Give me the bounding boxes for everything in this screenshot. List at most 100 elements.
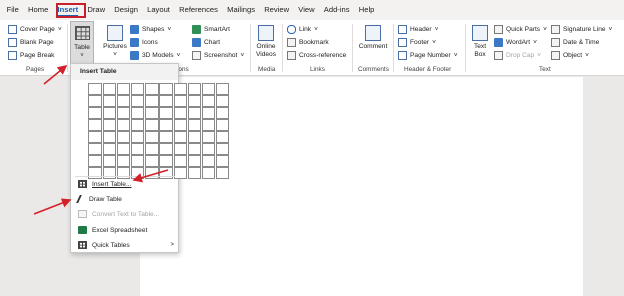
pictures-button[interactable]: Pictures ˅ [101, 25, 129, 59]
menu-item-excel-spreadsheet[interactable]: Excel Spreadsheet [78, 224, 174, 236]
bookmark-button[interactable]: Bookmark [287, 38, 329, 47]
menu-item-insert-table[interactable]: Insert Table... [78, 178, 174, 190]
table-grid-cell[interactable] [159, 119, 173, 131]
tab-insert[interactable]: Insert [53, 0, 83, 20]
table-grid-cell[interactable] [88, 143, 102, 155]
table-grid-cell[interactable] [102, 119, 116, 131]
table-grid-cell[interactable] [145, 95, 159, 107]
table-grid-cell[interactable] [187, 83, 202, 95]
table-grid-cell[interactable] [159, 83, 173, 95]
comment-button[interactable]: Comment [355, 25, 391, 51]
table-grid-cell[interactable] [173, 83, 187, 95]
table-grid-cell[interactable] [187, 143, 202, 155]
drop-cap-button[interactable]: Drop Cap ˅ [494, 51, 541, 60]
quick-parts-button[interactable]: Quick Parts ˅ [494, 25, 547, 34]
table-grid-cell[interactable] [130, 95, 145, 107]
online-videos-button[interactable]: Online Videos [253, 25, 279, 59]
tab-add-ins[interactable]: Add-ins [319, 0, 354, 20]
table-grid-cell[interactable] [88, 119, 102, 131]
table-grid-cell[interactable] [116, 131, 131, 143]
table-grid-cell[interactable] [187, 155, 202, 167]
table-grid-cell[interactable] [145, 131, 159, 143]
tab-layout[interactable]: Layout [143, 0, 175, 20]
table-grid-cell[interactable] [88, 107, 102, 119]
table-grid-cell[interactable] [201, 83, 216, 95]
cross-reference-button[interactable]: Cross-reference [287, 51, 346, 60]
table-grid-cell[interactable] [102, 155, 116, 167]
table-grid-cell[interactable] [173, 119, 187, 131]
table-grid-cell[interactable] [116, 95, 131, 107]
tab-references[interactable]: References [175, 0, 223, 20]
table-grid-cell[interactable] [145, 143, 159, 155]
header-button[interactable]: Header ˅ [398, 25, 439, 34]
table-grid-cell[interactable] [216, 95, 230, 107]
table-grid-cell[interactable] [102, 83, 116, 95]
table-grid-cell[interactable] [88, 131, 102, 143]
table-grid-cell[interactable] [159, 107, 173, 119]
table-grid-cell[interactable] [116, 155, 131, 167]
table-grid-cell[interactable] [102, 143, 116, 155]
table-grid-cell[interactable] [159, 95, 173, 107]
table-grid-cell[interactable] [187, 131, 202, 143]
table-grid-cell[interactable] [88, 95, 102, 107]
table-grid-cell[interactable] [201, 119, 216, 131]
link-button[interactable]: Link ˅ [287, 25, 318, 34]
object-button[interactable]: Object ˅ [551, 51, 589, 60]
tab-home[interactable]: Home [23, 0, 52, 20]
tab-draw[interactable]: Draw [83, 0, 110, 20]
table-grid-cell[interactable] [173, 107, 187, 119]
tab-mailings[interactable]: Mailings [223, 0, 260, 20]
table-grid-cell[interactable] [102, 95, 116, 107]
table-grid-cell[interactable] [216, 155, 230, 167]
table-grid-cell[interactable] [187, 95, 202, 107]
smartart-button[interactable]: SmartArt [192, 25, 230, 34]
table-grid-cell[interactable] [159, 155, 173, 167]
icons-button[interactable]: Icons [130, 38, 158, 47]
table-grid-cell[interactable] [201, 155, 216, 167]
table-button[interactable]: Table ˅ [70, 21, 94, 65]
menu-item-draw-table[interactable]: Draw Table [76, 193, 174, 205]
table-grid-cell[interactable] [216, 83, 230, 95]
table-grid-cell[interactable] [159, 131, 173, 143]
table-grid-cell[interactable] [201, 131, 216, 143]
tab-review[interactable]: Review [260, 0, 294, 20]
table-grid-cell[interactable] [116, 83, 131, 95]
date-time-button[interactable]: Date & Time [551, 38, 599, 47]
table-grid-cell[interactable] [216, 131, 230, 143]
screenshot-button[interactable]: Screenshot ˅ [192, 51, 244, 60]
table-grid-cell[interactable] [216, 167, 230, 179]
page-break-button[interactable]: Page Break [8, 51, 54, 60]
table-grid-cell[interactable] [102, 131, 116, 143]
chart-button[interactable]: Chart [192, 38, 220, 47]
tab-design[interactable]: Design [110, 0, 143, 20]
table-grid-cell[interactable] [216, 107, 230, 119]
table-grid-cell[interactable] [173, 131, 187, 143]
table-grid-cell[interactable] [88, 155, 102, 167]
table-grid-cell[interactable] [145, 83, 159, 95]
table-grid-cell[interactable] [116, 143, 131, 155]
tab-help[interactable]: Help [354, 0, 379, 20]
table-grid-cell[interactable] [159, 143, 173, 155]
table-grid-cell[interactable] [145, 155, 159, 167]
tab-file[interactable]: File [2, 0, 23, 20]
table-grid-cell[interactable] [102, 107, 116, 119]
table-grid-cell[interactable] [145, 107, 159, 119]
table-grid-cell[interactable] [201, 107, 216, 119]
table-grid-cell[interactable] [201, 167, 216, 179]
table-grid-cell[interactable] [201, 143, 216, 155]
tab-view[interactable]: View [294, 0, 320, 20]
table-grid-cell[interactable] [116, 119, 131, 131]
cover-page-button[interactable]: Cover Page ˅ [8, 25, 62, 34]
table-grid-cell[interactable] [187, 167, 202, 179]
page-number-button[interactable]: Page Number ˅ [398, 51, 458, 60]
table-grid-cell[interactable] [130, 131, 145, 143]
text-box-button[interactable]: Text Box [469, 25, 491, 59]
table-grid-cell[interactable] [216, 119, 230, 131]
3d-models-button[interactable]: 3D Models ˅ [130, 51, 180, 60]
shapes-button[interactable]: Shapes ˅ [130, 25, 171, 34]
table-grid-cell[interactable] [130, 119, 145, 131]
table-grid-cell[interactable] [130, 143, 145, 155]
table-grid-cell[interactable] [173, 95, 187, 107]
table-size-grid[interactable] [88, 83, 230, 179]
table-grid-cell[interactable] [116, 107, 131, 119]
